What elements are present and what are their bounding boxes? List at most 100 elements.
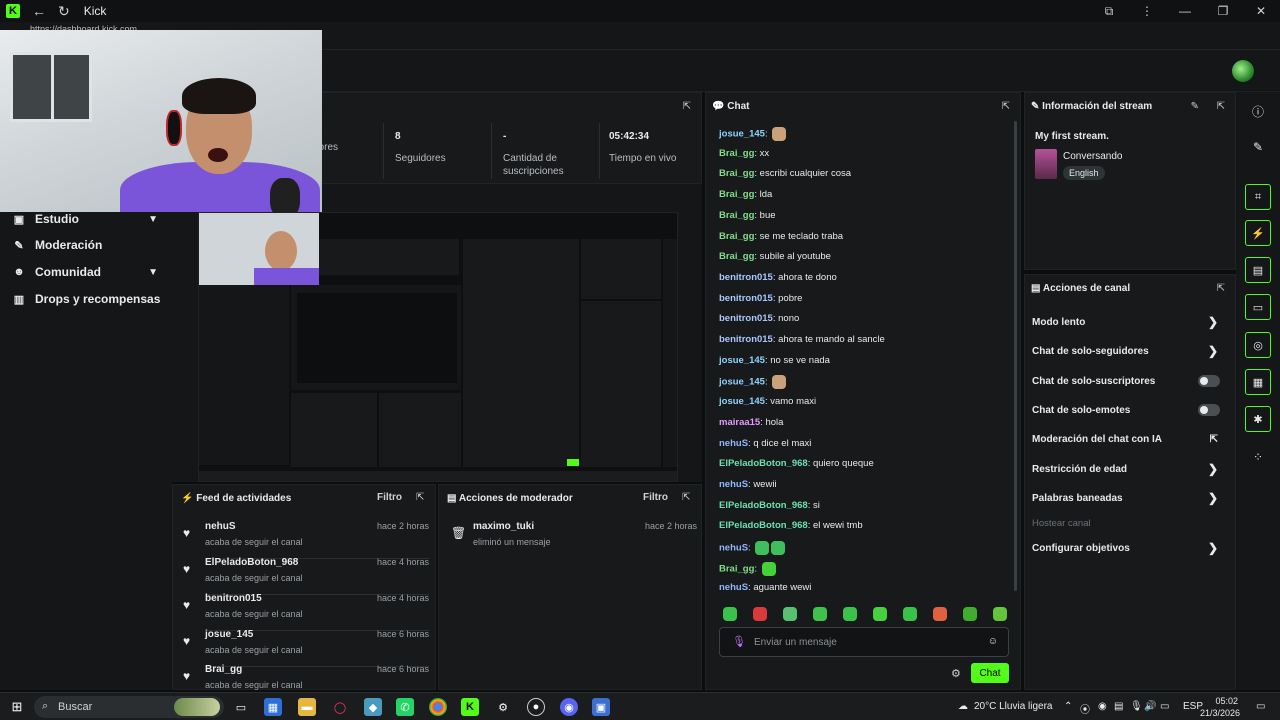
file-explorer-icon[interactable]: ▬ (298, 698, 316, 716)
chat-username[interactable]: benitron015 (719, 272, 773, 283)
chat-username[interactable]: nehuS (719, 438, 748, 449)
emote-icon[interactable] (963, 607, 977, 621)
chat-username[interactable]: Brai_gg (719, 231, 754, 242)
popout-icon[interactable]: ⇱ (682, 492, 690, 503)
chat-username[interactable]: Brai_gg (719, 563, 754, 574)
chat-username[interactable]: mairaa15 (719, 417, 760, 428)
emote-icon[interactable] (933, 607, 947, 621)
popout-icon[interactable]: ⇱ (683, 101, 691, 112)
edit-icon[interactable]: ✎ (1191, 101, 1199, 112)
chat-username[interactable]: nehuS (719, 479, 748, 490)
mic-icon[interactable]: 🎙 (732, 635, 746, 648)
tray-up-icon[interactable]: ⌃ (1064, 701, 1072, 712)
notifications-icon[interactable]: ▭ (1256, 701, 1265, 712)
chat-username[interactable]: josue_145 (719, 377, 765, 388)
chrome-icon[interactable] (429, 698, 447, 716)
pencil-icon[interactable]: ✎ (1245, 134, 1271, 160)
capture-icon[interactable]: ⌗ (1245, 184, 1271, 210)
windows-start-icon[interactable]: ⊞ (8, 698, 26, 716)
maximize-button[interactable]: ❐ (1204, 0, 1242, 22)
sidebar-item-comunidad[interactable]: ☻ Comunidad ▼ (12, 261, 162, 283)
chat-input[interactable]: 🎙 Enviar un mensaje ☺ (719, 627, 1009, 657)
chat-username[interactable]: benitron015 (719, 293, 773, 304)
popout-icon[interactable]: ⇱ (416, 492, 424, 503)
close-button[interactable]: ✕ (1242, 0, 1280, 22)
broadcast-icon[interactable]: ◎ (1245, 332, 1271, 358)
send-chat-button[interactable]: Chat (971, 663, 1009, 683)
chat-bubble-icon[interactable]: ▭ (1245, 294, 1271, 320)
user-avatar[interactable] (1232, 60, 1254, 82)
chat-username[interactable]: Brai_gg (719, 168, 754, 179)
chat-username[interactable]: benitron015 (719, 313, 773, 324)
emote-icon[interactable] (753, 607, 767, 621)
emote-icon[interactable] (993, 607, 1007, 621)
chat-username[interactable]: josue_145 (719, 129, 765, 140)
lightning-icon[interactable]: ⚡ (1245, 220, 1271, 246)
app-icon[interactable]: ▣ (592, 698, 610, 716)
discord-icon[interactable]: ◉ (560, 698, 578, 716)
chat-username[interactable]: Brai_gg (719, 148, 754, 159)
speaker-icon[interactable]: 🔊 (1144, 701, 1156, 712)
filter-button[interactable]: Filtro (377, 492, 402, 503)
chat-username[interactable]: nehuS (719, 582, 748, 593)
action-age-restriction[interactable]: Restricción de edad ❯ (1032, 460, 1228, 478)
popout-icon[interactable]: ⇱ (1217, 101, 1225, 112)
chat-username[interactable]: ElPeladoBoton_968 (719, 458, 808, 469)
opera-icon[interactable]: ◯ (331, 698, 349, 716)
mic-icon[interactable]: 🎙 (1130, 701, 1143, 712)
emote-icon[interactable] (873, 607, 887, 621)
wrench-icon[interactable]: ✱ (1245, 406, 1271, 432)
chat-username[interactable]: nehuS (719, 543, 748, 554)
action-slow-mode[interactable]: Modo lento ❯ (1032, 313, 1228, 331)
tray-app-icon[interactable]: ◉ (1098, 701, 1107, 712)
battery-icon[interactable]: ▭ (1160, 701, 1169, 712)
back-arrow-icon[interactable]: ← (32, 3, 46, 19)
chat-username[interactable]: ElPeladoBoton_968 (719, 500, 808, 511)
taskbar-search[interactable]: ⌕ Buscar (34, 696, 224, 718)
chat-username[interactable]: Brai_gg (719, 189, 754, 200)
toggle-switch[interactable] (1198, 375, 1220, 387)
gear-icon[interactable]: ⚙ (951, 667, 961, 680)
reload-icon[interactable]: ↻ (58, 3, 70, 20)
clock-time[interactable]: 05:02 (1208, 696, 1238, 706)
chat-username[interactable]: benitron015 (719, 334, 773, 345)
popout-icon[interactable]: ⇱ (1002, 101, 1010, 112)
weather-icon[interactable]: ☁ (958, 701, 968, 712)
obs-icon[interactable]: ● (527, 698, 545, 716)
action-banned-words[interactable]: Palabras baneadas ❯ (1032, 489, 1228, 507)
tray-record-icon[interactable]: ⦿ (1080, 701, 1090, 716)
layout-icon[interactable]: ▦ (1245, 369, 1271, 395)
emote-icon[interactable] (903, 607, 917, 621)
emoji-icon[interactable]: ☺ (988, 636, 998, 647)
action-followers-only[interactable]: Chat de solo-seguidores ❯ (1032, 342, 1228, 360)
install-app-icon[interactable]: ⧉ (1090, 0, 1128, 22)
menu-dots-icon[interactable]: ⋮ (1128, 0, 1166, 22)
clock-date[interactable]: 21/3/2026 (1200, 708, 1240, 718)
emote-icon[interactable] (813, 607, 827, 621)
action-emotes-only[interactable]: Chat de solo-emotes (1032, 401, 1228, 419)
kick-taskbar-icon[interactable]: K (461, 698, 479, 716)
stream-preview[interactable] (198, 212, 678, 482)
info-icon[interactable]: ⓘ (1245, 98, 1271, 124)
store-icon[interactable]: ▦ (264, 698, 282, 716)
connections-icon[interactable]: ⁘ (1245, 444, 1271, 470)
action-configure-goals[interactable]: Configurar objetivos ❯ (1032, 539, 1228, 557)
chat-username[interactable]: josue_145 (719, 355, 765, 366)
weather-text[interactable]: 20°C Lluvia ligera (974, 701, 1053, 712)
sidebar-item-drops[interactable]: ▥ Drops y recompensas (12, 288, 162, 310)
sidebar-item-moderacion[interactable]: ✎ Moderación (12, 234, 162, 256)
emote-icon[interactable] (843, 607, 857, 621)
minimize-button[interactable]: — (1166, 0, 1204, 22)
tray-app-icon[interactable]: ▤ (1114, 701, 1123, 712)
action-subscribers-only[interactable]: Chat de solo-suscriptores (1032, 372, 1228, 390)
filter-button[interactable]: Filtro (643, 492, 668, 503)
chat-scrollbar[interactable] (1014, 121, 1017, 591)
toggle-switch[interactable] (1198, 404, 1220, 416)
emote-icon[interactable] (783, 607, 797, 621)
emote-icon[interactable] (723, 607, 737, 621)
notes-icon[interactable]: ▤ (1245, 257, 1271, 283)
app-icon[interactable]: ◆ (364, 698, 382, 716)
whatsapp-icon[interactable]: ✆ (396, 698, 414, 716)
task-view-icon[interactable]: ▭ (232, 698, 250, 716)
popout-icon[interactable]: ⇱ (1217, 283, 1225, 294)
